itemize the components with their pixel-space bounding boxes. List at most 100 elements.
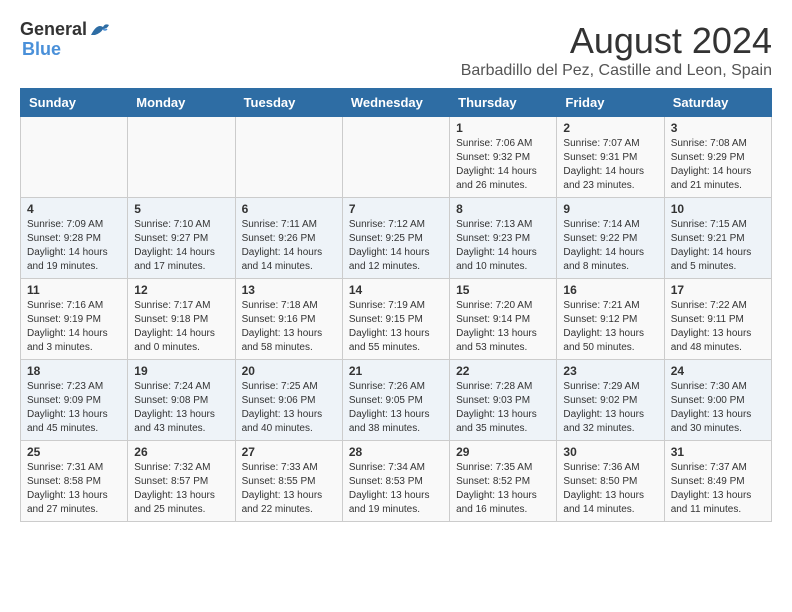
- day-header-monday: Monday: [128, 89, 235, 117]
- calendar-cell: 30 Sunrise: 7:36 AM Sunset: 8:50 PM Dayli…: [557, 441, 664, 522]
- day-info: Sunrise: 7:37 AM Sunset: 8:49 PM Dayligh…: [671, 461, 765, 517]
- day-number: 23: [563, 364, 657, 378]
- calendar-cell: 27 Sunrise: 7:33 AM Sunset: 8:55 PM Dayli…: [235, 441, 342, 522]
- day-info: Sunrise: 7:15 AM Sunset: 9:21 PM Dayligh…: [671, 218, 765, 274]
- day-number: 27: [242, 445, 336, 459]
- day-number: 30: [563, 445, 657, 459]
- day-info: Sunrise: 7:17 AM Sunset: 9:18 PM Dayligh…: [134, 299, 228, 355]
- day-info: Sunrise: 7:08 AM Sunset: 9:29 PM Dayligh…: [671, 137, 765, 193]
- day-number: 1: [456, 121, 550, 135]
- day-number: 29: [456, 445, 550, 459]
- calendar-cell: 14 Sunrise: 7:19 AM Sunset: 9:15 PM Dayli…: [342, 279, 449, 360]
- day-info: Sunrise: 7:20 AM Sunset: 9:14 PM Dayligh…: [456, 299, 550, 355]
- calendar-cell: 26Sunrise: 7:32 AM Sunset: 8:57 PM Dayli…: [128, 441, 235, 522]
- day-info: Sunrise: 7:35 AM Sunset: 8:52 PM Dayligh…: [456, 461, 550, 517]
- calendar-cell: [128, 117, 235, 198]
- calendar-cell: 12 Sunrise: 7:17 AM Sunset: 9:18 PM Dayli…: [128, 279, 235, 360]
- day-number: 6: [242, 202, 336, 216]
- day-number: 10: [671, 202, 765, 216]
- day-number: 15: [456, 283, 550, 297]
- calendar-cell: 28 Sunrise: 7:34 AM Sunset: 8:53 PM Dayli…: [342, 441, 449, 522]
- day-info: Sunrise: 7:06 AM Sunset: 9:32 PM Dayligh…: [456, 137, 550, 193]
- day-number: 26: [134, 445, 228, 459]
- day-info: Sunrise: 7:21 AM Sunset: 9:12 PM Dayligh…: [563, 299, 657, 355]
- day-info: Sunrise: 7:14 AM Sunset: 9:22 PM Dayligh…: [563, 218, 657, 274]
- day-number: 3: [671, 121, 765, 135]
- day-number: 16: [563, 283, 657, 297]
- calendar-cell: [342, 117, 449, 198]
- logo-bird-icon: [89, 21, 111, 39]
- day-info: Sunrise: 7:11 AM Sunset: 9:26 PM Dayligh…: [242, 218, 336, 274]
- day-header-thursday: Thursday: [450, 89, 557, 117]
- day-number: 20: [242, 364, 336, 378]
- calendar-cell: 25 Sunrise: 7:31 AM Sunset: 8:58 PM Dayli…: [21, 441, 128, 522]
- logo: General Blue: [20, 20, 111, 60]
- day-info: Sunrise: 7:24 AM Sunset: 9:08 PM Dayligh…: [134, 380, 228, 436]
- calendar-cell: 22Sunrise: 7:28 AM Sunset: 9:03 PM Dayli…: [450, 360, 557, 441]
- day-number: 7: [349, 202, 443, 216]
- day-info: Sunrise: 7:34 AM Sunset: 8:53 PM Dayligh…: [349, 461, 443, 517]
- day-info: Sunrise: 7:29 AM Sunset: 9:02 PM Dayligh…: [563, 380, 657, 436]
- day-info: Sunrise: 7:36 AM Sunset: 8:50 PM Dayligh…: [563, 461, 657, 517]
- day-number: 13: [242, 283, 336, 297]
- day-number: 17: [671, 283, 765, 297]
- calendar-cell: 10 Sunrise: 7:15 AM Sunset: 9:21 PM Dayli…: [664, 198, 771, 279]
- day-number: 28: [349, 445, 443, 459]
- calendar-cell: 1 Sunrise: 7:06 AM Sunset: 9:32 PM Daylig…: [450, 117, 557, 198]
- day-info: Sunrise: 7:23 AM Sunset: 9:09 PM Dayligh…: [27, 380, 121, 436]
- calendar-cell: 2Sunrise: 7:07 AM Sunset: 9:31 PM Daylig…: [557, 117, 664, 198]
- day-number: 19: [134, 364, 228, 378]
- day-number: 5: [134, 202, 228, 216]
- day-number: 25: [27, 445, 121, 459]
- day-number: 4: [27, 202, 121, 216]
- day-info: Sunrise: 7:10 AM Sunset: 9:27 PM Dayligh…: [134, 218, 228, 274]
- day-info: Sunrise: 7:18 AM Sunset: 9:16 PM Dayligh…: [242, 299, 336, 355]
- logo-blue-text: Blue: [22, 40, 111, 60]
- day-info: Sunrise: 7:31 AM Sunset: 8:58 PM Dayligh…: [27, 461, 121, 517]
- day-header-friday: Friday: [557, 89, 664, 117]
- calendar-cell: 7 Sunrise: 7:12 AM Sunset: 9:25 PM Daylig…: [342, 198, 449, 279]
- day-number: 11: [27, 283, 121, 297]
- calendar-cell: 3 Sunrise: 7:08 AM Sunset: 9:29 PM Daylig…: [664, 117, 771, 198]
- calendar-cell: 4 Sunrise: 7:09 AM Sunset: 9:28 PM Daylig…: [21, 198, 128, 279]
- calendar-cell: 8 Sunrise: 7:13 AM Sunset: 9:23 PM Daylig…: [450, 198, 557, 279]
- calendar-cell: 23 Sunrise: 7:29 AM Sunset: 9:02 PM Dayli…: [557, 360, 664, 441]
- day-header-saturday: Saturday: [664, 89, 771, 117]
- day-header-tuesday: Tuesday: [235, 89, 342, 117]
- location-subtitle: Barbadillo del Pez, Castille and Leon, S…: [461, 62, 772, 80]
- day-info: Sunrise: 7:13 AM Sunset: 9:23 PM Dayligh…: [456, 218, 550, 274]
- day-number: 14: [349, 283, 443, 297]
- calendar-cell: 11Sunrise: 7:16 AM Sunset: 9:19 PM Dayli…: [21, 279, 128, 360]
- calendar-cell: 5 Sunrise: 7:10 AM Sunset: 9:27 PM Daylig…: [128, 198, 235, 279]
- day-number: 8: [456, 202, 550, 216]
- calendar-table: SundayMondayTuesdayWednesdayThursdayFrid…: [20, 88, 772, 522]
- day-info: Sunrise: 7:12 AM Sunset: 9:25 PM Dayligh…: [349, 218, 443, 274]
- day-number: 22: [456, 364, 550, 378]
- calendar-cell: [235, 117, 342, 198]
- day-info: Sunrise: 7:25 AM Sunset: 9:06 PM Dayligh…: [242, 380, 336, 436]
- day-number: 12: [134, 283, 228, 297]
- calendar-cell: 19 Sunrise: 7:24 AM Sunset: 9:08 PM Dayli…: [128, 360, 235, 441]
- day-header-wednesday: Wednesday: [342, 89, 449, 117]
- day-info: Sunrise: 7:22 AM Sunset: 9:11 PM Dayligh…: [671, 299, 765, 355]
- day-number: 18: [27, 364, 121, 378]
- calendar-cell: 13 Sunrise: 7:18 AM Sunset: 9:16 PM Dayli…: [235, 279, 342, 360]
- day-number: 24: [671, 364, 765, 378]
- month-year-title: August 2024: [461, 20, 772, 62]
- logo-general-text: General: [20, 20, 87, 40]
- calendar-cell: [21, 117, 128, 198]
- day-number: 9: [563, 202, 657, 216]
- day-info: Sunrise: 7:26 AM Sunset: 9:05 PM Dayligh…: [349, 380, 443, 436]
- calendar-cell: 20 Sunrise: 7:25 AM Sunset: 9:06 PM Dayli…: [235, 360, 342, 441]
- day-number: 21: [349, 364, 443, 378]
- day-info: Sunrise: 7:09 AM Sunset: 9:28 PM Dayligh…: [27, 218, 121, 274]
- calendar-cell: 18 Sunrise: 7:23 AM Sunset: 9:09 PM Dayli…: [21, 360, 128, 441]
- day-info: Sunrise: 7:19 AM Sunset: 9:15 PM Dayligh…: [349, 299, 443, 355]
- day-number: 31: [671, 445, 765, 459]
- calendar-cell: 9 Sunrise: 7:14 AM Sunset: 9:22 PM Daylig…: [557, 198, 664, 279]
- day-header-sunday: Sunday: [21, 89, 128, 117]
- calendar-cell: 21 Sunrise: 7:26 AM Sunset: 9:05 PM Dayli…: [342, 360, 449, 441]
- calendar-cell: 31 Sunrise: 7:37 AM Sunset: 8:49 PM Dayli…: [664, 441, 771, 522]
- day-info: Sunrise: 7:33 AM Sunset: 8:55 PM Dayligh…: [242, 461, 336, 517]
- day-info: Sunrise: 7:07 AM Sunset: 9:31 PM Dayligh…: [563, 137, 657, 193]
